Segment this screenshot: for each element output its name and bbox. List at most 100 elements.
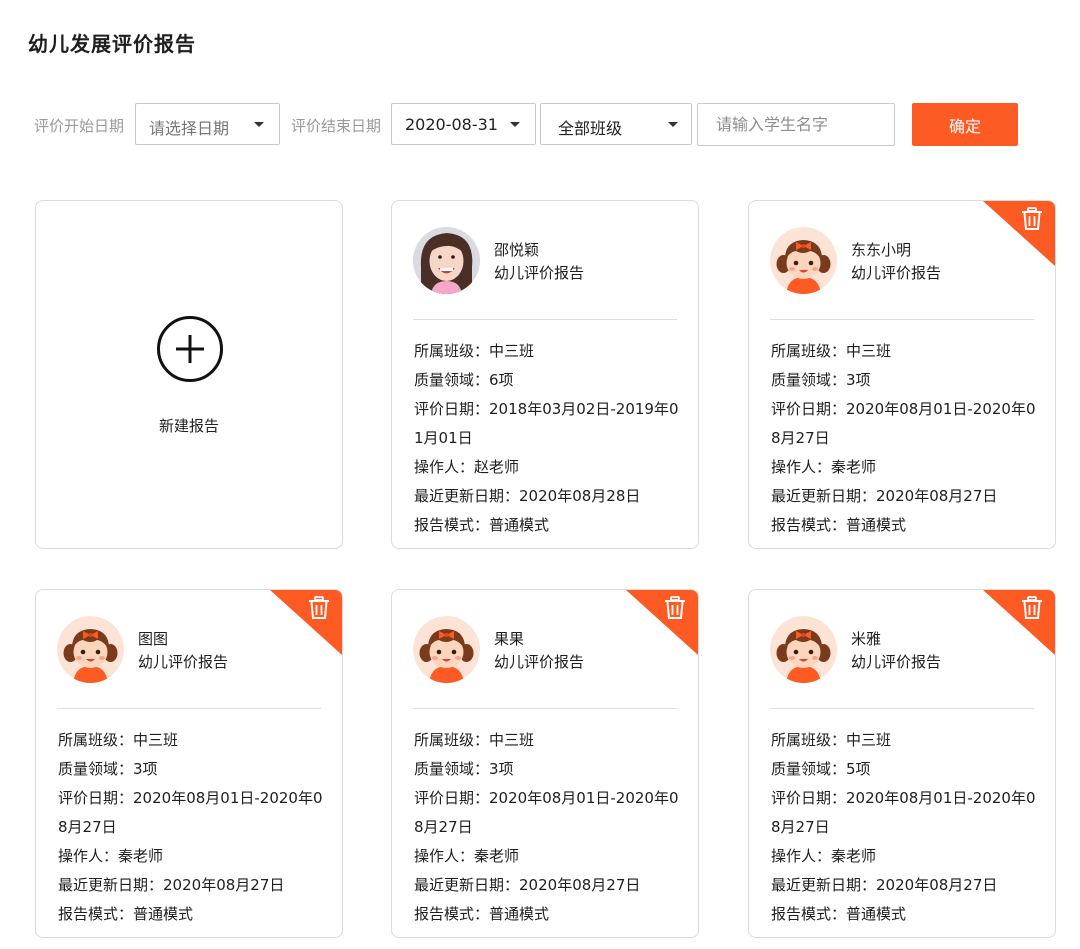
report-card[interactable]: 米雅 幼儿评价报告 所属班级：中三班 质量领域：5项 评价日期：2020年08月01日-… bbox=[748, 589, 1056, 938]
end-date-value: 2020-08-31 bbox=[405, 115, 498, 134]
info-value: 普通模式 bbox=[846, 905, 907, 923]
report-card[interactable]: 图图幼儿评价报告所属班级：中三班 质量领域：3项 评价日期：2020年08月01日-… bbox=[35, 589, 343, 938]
info-value: 3项 bbox=[489, 760, 514, 778]
divider bbox=[413, 319, 677, 320]
report-card[interactable]: 果果 幼儿评价报告 所属班级：中三班 质量领域：3项 评价日期：2020年08月01日-… bbox=[391, 589, 699, 938]
info-value: 3项 bbox=[133, 760, 158, 778]
delete-button[interactable] bbox=[983, 590, 1055, 655]
divider bbox=[413, 708, 677, 709]
class-select[interactable]: 全部班级 bbox=[540, 103, 692, 145]
info-value: 秦老师 bbox=[118, 847, 164, 865]
info-value: 2020年08月27日 bbox=[519, 876, 641, 894]
info-value: 2020年08月27日 bbox=[163, 876, 285, 894]
info-value: 3项 bbox=[846, 371, 871, 389]
info-row-operator: 操作人：秦老师 bbox=[771, 842, 1039, 871]
info-row-domains: 质量领域：3项 bbox=[58, 755, 326, 784]
info-label: 评价日期： bbox=[771, 789, 847, 807]
chevron-down-icon bbox=[510, 122, 520, 127]
divider bbox=[57, 708, 321, 709]
cartoon-girl-avatar bbox=[770, 227, 837, 294]
info-row-period: 评价日期：2020年08月01日-2020年08月27日 bbox=[414, 784, 682, 842]
student-name: 米雅 bbox=[851, 630, 882, 648]
student-name-input[interactable] bbox=[697, 103, 895, 146]
info-label: 操作人： bbox=[414, 458, 475, 476]
info-label: 质量领域： bbox=[414, 760, 490, 778]
class-select-value: 全部班级 bbox=[558, 119, 623, 138]
chevron-down-icon bbox=[668, 122, 678, 127]
info-row-operator: 操作人：秦老师 bbox=[58, 842, 326, 871]
report-card[interactable]: 东东小明 幼儿评价报告 所属班级：中三班 质量领域：3项 评价日期：2020年08月01… bbox=[748, 200, 1056, 549]
divider bbox=[770, 708, 1034, 709]
info-label: 评价日期： bbox=[414, 789, 490, 807]
student-name: 东东小明 bbox=[851, 241, 912, 259]
info-value: 普通模式 bbox=[846, 516, 907, 534]
start-date-placeholder: 请选择日期 bbox=[149, 119, 230, 138]
page-title: 幼儿发展评价报告 bbox=[28, 32, 196, 56]
info-row-class: 所属班级：中三班 bbox=[414, 726, 682, 755]
report-info: 所属班级：中三班 质量领域：6项 评价日期：2018年03月02日-2019年01月… bbox=[414, 337, 682, 540]
info-row-updated: 最近更新日期：2020年08月27日 bbox=[58, 871, 326, 900]
info-row-period: 评价日期：2020年08月01日-2020年08月27日 bbox=[771, 784, 1039, 842]
report-info: 所属班级：中三班 质量领域：5项 评价日期：2020年08月01日-2020年08月… bbox=[771, 726, 1039, 929]
delete-button[interactable] bbox=[270, 590, 342, 655]
info-row-class: 所属班级：中三班 bbox=[771, 726, 1039, 755]
info-label: 报告模式： bbox=[414, 905, 490, 923]
delete-button[interactable] bbox=[626, 590, 698, 655]
info-value: 普通模式 bbox=[489, 516, 550, 534]
trash-icon bbox=[665, 596, 685, 619]
info-row-operator: 操作人：秦老师 bbox=[414, 842, 682, 871]
info-row-domains: 质量领域：5项 bbox=[771, 755, 1039, 784]
cartoon-girl-avatar bbox=[770, 616, 837, 683]
info-label: 操作人： bbox=[58, 847, 119, 865]
info-value: 中三班 bbox=[489, 731, 535, 749]
info-value: 秦老师 bbox=[474, 847, 520, 865]
info-row-operator: 操作人：秦老师 bbox=[771, 453, 1039, 482]
info-value: 普通模式 bbox=[133, 905, 194, 923]
info-value: 5项 bbox=[846, 760, 871, 778]
info-label: 所属班级： bbox=[58, 731, 134, 749]
trash-icon bbox=[1022, 596, 1042, 619]
report-card[interactable]: 邵悦颖 幼儿评价报告 所属班级：中三班 质量领域：6项 评价日期：2018年03月02日… bbox=[391, 200, 699, 549]
info-label: 报告模式： bbox=[414, 516, 490, 534]
info-label: 所属班级： bbox=[414, 731, 490, 749]
info-row-domains: 质量领域：3项 bbox=[771, 366, 1039, 395]
student-name: 图图 bbox=[138, 630, 169, 648]
info-label: 最近更新日期： bbox=[771, 487, 877, 505]
info-value: 2020年08月28日 bbox=[519, 487, 641, 505]
start-date-select[interactable]: 请选择日期 bbox=[135, 103, 280, 145]
info-row-updated: 最近更新日期：2020年08月27日 bbox=[414, 871, 682, 900]
chevron-down-icon bbox=[254, 122, 264, 127]
info-label: 最近更新日期： bbox=[58, 876, 164, 894]
info-label: 质量领域： bbox=[771, 760, 847, 778]
info-value: 中三班 bbox=[846, 342, 892, 360]
info-row-class: 所属班级：中三班 bbox=[414, 337, 682, 366]
info-label: 评价日期： bbox=[414, 400, 490, 418]
info-row-period: 评价日期：2018年03月02日-2019年01月01日 bbox=[414, 395, 682, 453]
filter-bar: 评价开始日期 请选择日期 评价结束日期 2020-08-31 全部班级 确定 bbox=[0, 103, 1080, 147]
info-label: 所属班级： bbox=[771, 342, 847, 360]
student-name: 果果 bbox=[494, 630, 525, 648]
info-value: 6项 bbox=[489, 371, 514, 389]
info-row-operator: 操作人：赵老师 bbox=[414, 453, 682, 482]
info-label: 评价日期： bbox=[771, 400, 847, 418]
info-row-mode: 报告模式：普通模式 bbox=[414, 900, 682, 929]
info-value: 中三班 bbox=[489, 342, 535, 360]
info-row-updated: 最近更新日期：2020年08月27日 bbox=[771, 871, 1039, 900]
info-label: 质量领域： bbox=[771, 371, 847, 389]
info-row-mode: 报告模式：普通模式 bbox=[771, 900, 1039, 929]
photo-avatar bbox=[413, 227, 480, 294]
info-label: 所属班级： bbox=[414, 342, 490, 360]
info-value: 中三班 bbox=[846, 731, 892, 749]
trash-icon bbox=[1022, 207, 1042, 230]
info-value: 普通模式 bbox=[489, 905, 550, 923]
end-date-select[interactable]: 2020-08-31 bbox=[391, 103, 536, 145]
confirm-button[interactable]: 确定 bbox=[912, 103, 1018, 146]
new-report-card[interactable]: 新建报告 bbox=[35, 200, 343, 549]
info-label: 报告模式： bbox=[771, 516, 847, 534]
delete-button[interactable] bbox=[983, 201, 1055, 266]
report-type: 幼儿评价报告 bbox=[851, 264, 942, 282]
report-type: 幼儿评价报告 bbox=[138, 653, 229, 671]
report-info: 所属班级：中三班 质量领域：3项 评价日期：2020年08月01日-2020年08月… bbox=[58, 726, 326, 929]
student-name: 邵悦颖 bbox=[494, 241, 540, 259]
report-info: 所属班级：中三班质量领域：3项评价日期：2020年08月01日-2020年08月… bbox=[414, 726, 682, 929]
